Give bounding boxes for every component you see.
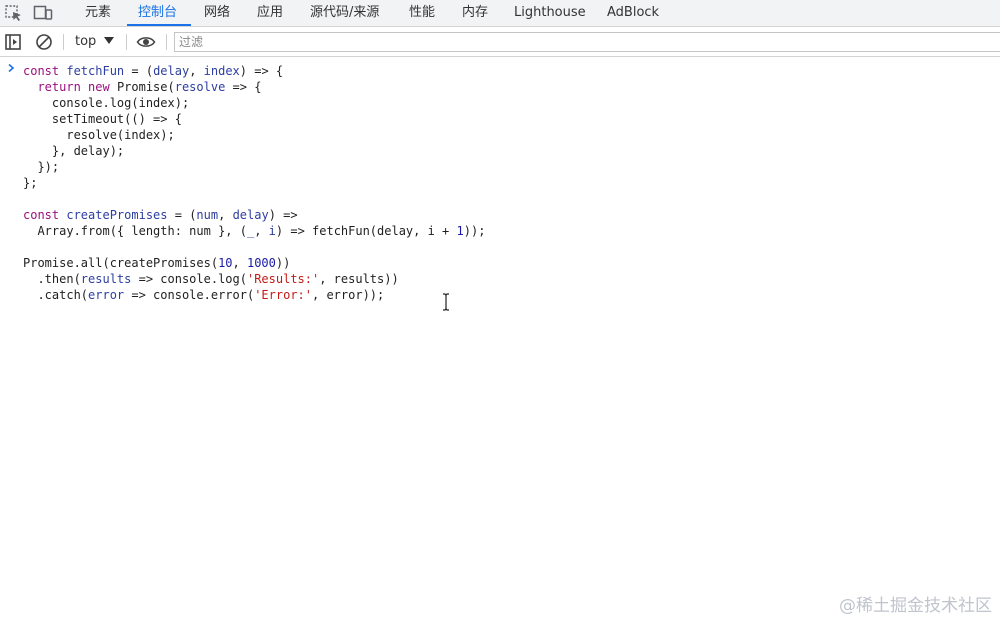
console-toolbar: top [0,27,1000,57]
code-token: 10 [218,256,233,270]
filter-box [174,32,1000,52]
code-token: )); [463,224,486,238]
code-token: const [23,208,67,222]
tab-memory[interactable]: 内存 [462,0,488,26]
toolbar-divider [166,34,167,50]
code-token: .catch( [23,288,89,302]
tab-sources[interactable]: 源代码/来源 [310,0,379,26]
tab-performance[interactable]: 性能 [409,0,435,26]
code-token: = ( [124,64,154,78]
chevron-down-icon[interactable] [104,37,114,44]
tab-elements[interactable]: 元素 [85,0,111,26]
code-line: const createPromises = (num, delay) => [23,207,298,223]
code-token: num [196,208,219,222]
filter-input[interactable] [179,34,979,50]
tab-network[interactable]: 网络 [204,0,230,26]
code-line: const fetchFun = (delay, index) => { [23,63,283,79]
active-tab-indicator [127,24,191,26]
tab-lighthouse[interactable]: Lighthouse [514,0,586,26]
code-token: 'Results:' [246,272,320,286]
code-token: 1 [456,224,464,238]
code-token: delay [153,64,190,78]
code-token: , [218,208,233,222]
devtools-tab-bar: 元素 控制台 网络 应用 源代码/来源 性能 内存 Lighthouse AdB… [0,0,1000,27]
code-line: resolve(index); [23,128,175,142]
code-token: , results)) [319,272,399,286]
code-token: , [189,64,204,78]
devtools-window: 元素 控制台 网络 应用 源代码/来源 性能 内存 Lighthouse AdB… [0,0,1000,622]
code-line: }; [23,176,38,190]
clear-console-icon[interactable] [34,32,54,52]
code-token: Promise.all(createPromises( [23,256,219,270]
code-token: Promise( [116,80,175,94]
code-line: console.log(index); [23,96,190,110]
code-token: ) => fetchFun(delay, i + [275,224,457,238]
code-token: => console.error( [124,288,255,302]
show-sidebar-icon[interactable] [3,32,23,52]
code-token: return [23,80,89,94]
code-token: resolve [174,80,226,94]
code-token: new [88,80,117,94]
code-token: createPromises [66,208,168,222]
code-token: = ( [167,208,197,222]
code-line: }, delay); [23,144,125,158]
text-cursor-icon [443,293,449,311]
code-token: results [80,272,132,286]
code-line: .catch(error => console.error('Error:', … [23,287,384,303]
code-token: ) => [268,208,298,222]
code-token: const [23,64,67,78]
code-token: , error)); [312,288,385,302]
code-token: , [254,224,269,238]
code-token: 'Error:' [254,288,312,302]
code-line: Array.from({ length: num }, (_, i) => fe… [23,223,485,239]
toolbar-divider [63,34,64,50]
code-token: => console.log( [131,272,247,286]
watermark: @稀土掘金技术社区 [839,596,992,616]
code-token: , [232,256,247,270]
chevron-right-icon [8,63,15,73]
toolbar-divider [126,34,127,50]
code-token: .then( [23,272,81,286]
code-token: Array.from({ length: num }, ( [23,224,247,238]
console-output[interactable]: const fetchFun = (delay, index) => { ret… [0,57,1000,622]
code-token: error [88,288,125,302]
tab-console[interactable]: 控制台 [138,0,177,26]
code-token: => { [225,80,262,94]
code-line: return new Promise(resolve => { [23,79,261,95]
tab-application[interactable]: 应用 [257,0,283,26]
code-token: i [268,224,276,238]
code-token: 1000 [246,256,276,270]
tab-adblock[interactable]: AdBlock [607,0,659,26]
code-token: )) [275,256,291,270]
context-selector[interactable]: top [75,34,96,50]
code-line: Promise.all(createPromises(10, 1000)) [23,255,290,271]
code-token: ) => { [239,64,284,78]
live-expression-icon[interactable] [136,32,156,52]
code-token: index [203,64,240,78]
code-line: }); [23,160,60,174]
inspect-element-icon[interactable] [4,4,24,22]
code-token: fetchFun [66,64,125,78]
code-line: .then(results => console.log('Results:',… [23,271,399,287]
code-line: setTimeout(() => { [23,112,182,126]
device-toolbar-icon[interactable] [33,4,53,22]
code-token: delay [232,208,269,222]
